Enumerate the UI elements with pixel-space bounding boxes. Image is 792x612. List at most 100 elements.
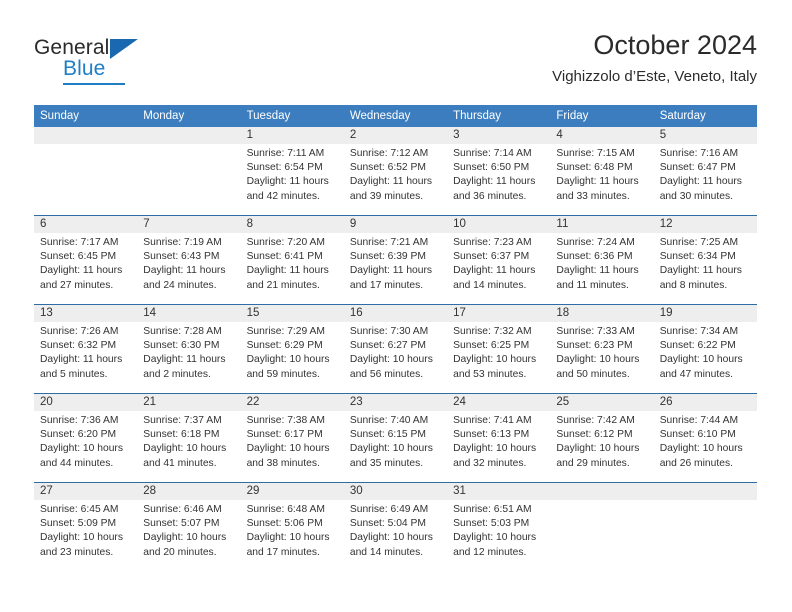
day-number: 31 bbox=[447, 483, 551, 500]
general-blue-logo: General Blue bbox=[34, 36, 214, 92]
weekday-header-tuesday: Tuesday bbox=[246, 110, 291, 122]
calendar-day-cell[interactable]: 26 Sunrise: 7:44 AM Sunset: 6:10 PM Dayligh… bbox=[653, 394, 757, 482]
sunset-time: Sunset: 5:06 PM bbox=[246, 518, 323, 530]
day-details: Sunrise: 7:30 AM Sunset: 6:27 PM Daylight:… bbox=[344, 322, 447, 382]
sunrise-time: Sunrise: 7:20 AM bbox=[246, 237, 325, 248]
day-number: 27 bbox=[34, 483, 138, 500]
day-details: Sunrise: 7:29 AM Sunset: 6:29 PM Daylight:… bbox=[241, 322, 344, 382]
calendar-day-cell-empty bbox=[137, 127, 241, 215]
calendar-day-cell[interactable]: 11 Sunrise: 7:24 AM Sunset: 6:36 PM Dayligh… bbox=[550, 216, 654, 304]
calendar-day-cell[interactable]: 22 Sunrise: 7:38 AM Sunset: 6:17 PM Dayligh… bbox=[240, 394, 344, 482]
calendar-day-cell-empty bbox=[550, 483, 654, 571]
day-number: 20 bbox=[34, 394, 138, 411]
daylight-duration-line1: Daylight: 11 hours bbox=[453, 265, 536, 277]
day-details: Sunrise: 7:36 AM Sunset: 6:20 PM Daylight:… bbox=[34, 411, 137, 471]
day-number: 4 bbox=[550, 127, 654, 144]
sunset-time: Sunset: 5:07 PM bbox=[143, 518, 220, 530]
calendar-week-row: 20 Sunrise: 7:36 AM Sunset: 6:20 PM Dayligh… bbox=[34, 393, 757, 482]
sunset-time: Sunset: 6:45 PM bbox=[40, 251, 117, 263]
sunset-time: Sunset: 6:20 PM bbox=[40, 429, 117, 441]
calendar-day-cell[interactable]: 12 Sunrise: 7:25 AM Sunset: 6:34 PM Dayligh… bbox=[653, 216, 757, 304]
daylight-duration-line1: Daylight: 11 hours bbox=[246, 265, 329, 277]
daylight-duration-line1: Daylight: 10 hours bbox=[246, 443, 330, 455]
calendar-day-cell[interactable]: 19 Sunrise: 7:34 AM Sunset: 6:22 PM Dayligh… bbox=[653, 305, 757, 393]
calendar-day-cell[interactable]: 15 Sunrise: 7:29 AM Sunset: 6:29 PM Dayligh… bbox=[240, 305, 344, 393]
sunset-time: Sunset: 6:37 PM bbox=[453, 251, 530, 263]
daylight-duration-line2: and 29 minutes. bbox=[556, 457, 630, 469]
calendar-day-cell[interactable]: 6 Sunrise: 7:17 AM Sunset: 6:45 PM Daylight… bbox=[34, 216, 138, 304]
calendar-page: General Blue October 2024 Vighizzolo d’E… bbox=[0, 0, 792, 612]
daylight-duration-line2: and 50 minutes. bbox=[556, 368, 630, 380]
logo-triangle-icon bbox=[110, 39, 138, 59]
day-number: 12 bbox=[653, 216, 757, 233]
day-number: 10 bbox=[447, 216, 551, 233]
calendar-day-cell[interactable]: 3 Sunrise: 7:14 AM Sunset: 6:50 PM Daylight… bbox=[447, 127, 551, 215]
day-number: 11 bbox=[550, 216, 654, 233]
calendar-day-cell[interactable]: 23 Sunrise: 7:40 AM Sunset: 6:15 PM Dayligh… bbox=[343, 394, 448, 482]
calendar-day-cell[interactable]: 2 Sunrise: 7:12 AM Sunset: 6:52 PM Daylight… bbox=[343, 127, 448, 215]
daylight-duration-line2: and 32 minutes. bbox=[453, 457, 527, 469]
day-details: Sunrise: 7:24 AM Sunset: 6:36 PM Daylight:… bbox=[550, 233, 653, 293]
calendar-day-cell[interactable]: 25 Sunrise: 7:42 AM Sunset: 6:12 PM Dayligh… bbox=[550, 394, 654, 482]
calendar-day-cell[interactable]: 5 Sunrise: 7:16 AM Sunset: 6:47 PM Daylight… bbox=[653, 127, 757, 215]
calendar-day-cell[interactable]: 9 Sunrise: 7:21 AM Sunset: 6:39 PM Daylight… bbox=[343, 216, 448, 304]
calendar-day-cell[interactable]: 18 Sunrise: 7:33 AM Sunset: 6:23 PM Dayligh… bbox=[550, 305, 654, 393]
day-number: 8 bbox=[240, 216, 344, 233]
sunrise-time: Sunrise: 7:25 AM bbox=[659, 237, 739, 248]
daylight-duration-line1: Daylight: 10 hours bbox=[143, 443, 227, 455]
sunset-time: Sunset: 6:23 PM bbox=[556, 340, 633, 352]
daylight-duration-line1: Daylight: 11 hours bbox=[556, 176, 639, 188]
calendar-day-cell[interactable]: 28 Sunrise: 6:46 AM Sunset: 5:07 PM Dayligh… bbox=[137, 483, 241, 571]
day-number: 13 bbox=[34, 305, 138, 322]
daylight-duration-line2: and 2 minutes. bbox=[143, 368, 211, 380]
calendar-day-cell[interactable]: 14 Sunrise: 7:28 AM Sunset: 6:30 PM Dayligh… bbox=[137, 305, 241, 393]
day-number: 23 bbox=[343, 394, 448, 411]
day-number: 1 bbox=[240, 127, 344, 144]
calendar-day-cell[interactable]: 13 Sunrise: 7:26 AM Sunset: 6:32 PM Dayligh… bbox=[34, 305, 138, 393]
day-details: Sunrise: 7:17 AM Sunset: 6:45 PM Daylight:… bbox=[34, 233, 137, 293]
sunrise-time: Sunrise: 6:51 AM bbox=[453, 504, 532, 515]
calendar-day-cell[interactable]: 1 Sunrise: 7:11 AM Sunset: 6:54 PM Daylight… bbox=[240, 127, 344, 215]
daylight-duration-line2: and 59 minutes. bbox=[246, 368, 320, 380]
day-number: 17 bbox=[447, 305, 551, 322]
day-number bbox=[550, 483, 654, 500]
calendar-weeks: 1 Sunrise: 7:11 AM Sunset: 6:54 PM Daylight… bbox=[34, 127, 757, 571]
sunrise-time: Sunrise: 7:30 AM bbox=[349, 326, 429, 337]
day-number: 5 bbox=[653, 127, 757, 144]
day-number: 16 bbox=[343, 305, 448, 322]
sunrise-time: Sunrise: 7:37 AM bbox=[143, 415, 222, 426]
calendar-day-cell[interactable]: 29 Sunrise: 6:48 AM Sunset: 5:06 PM Dayligh… bbox=[240, 483, 344, 571]
day-number: 14 bbox=[137, 305, 241, 322]
sunrise-time: Sunrise: 7:29 AM bbox=[246, 326, 325, 337]
calendar-day-cell[interactable]: 21 Sunrise: 7:37 AM Sunset: 6:18 PM Dayligh… bbox=[137, 394, 241, 482]
day-details: Sunrise: 7:37 AM Sunset: 6:18 PM Daylight:… bbox=[137, 411, 240, 471]
sunset-time: Sunset: 6:47 PM bbox=[659, 162, 736, 174]
sunrise-time: Sunrise: 7:15 AM bbox=[556, 148, 635, 159]
sunset-time: Sunset: 6:17 PM bbox=[246, 429, 323, 441]
sunset-time: Sunset: 6:54 PM bbox=[246, 162, 323, 174]
calendar-day-cell[interactable]: 30 Sunrise: 6:49 AM Sunset: 5:04 PM Dayligh… bbox=[343, 483, 448, 571]
day-number: 15 bbox=[240, 305, 344, 322]
calendar-day-cell[interactable]: 8 Sunrise: 7:20 AM Sunset: 6:41 PM Daylight… bbox=[240, 216, 344, 304]
calendar-day-cell[interactable]: 17 Sunrise: 7:32 AM Sunset: 6:25 PM Dayligh… bbox=[447, 305, 551, 393]
day-number: 7 bbox=[137, 216, 241, 233]
calendar-day-cell[interactable]: 16 Sunrise: 7:30 AM Sunset: 6:27 PM Dayligh… bbox=[343, 305, 448, 393]
day-number: 9 bbox=[343, 216, 448, 233]
calendar-day-cell[interactable]: 31 Sunrise: 6:51 AM Sunset: 5:03 PM Dayligh… bbox=[447, 483, 551, 571]
daylight-duration-line1: Daylight: 10 hours bbox=[659, 354, 743, 366]
calendar-day-cell[interactable]: 10 Sunrise: 7:23 AM Sunset: 6:37 PM Dayligh… bbox=[447, 216, 551, 304]
day-details: Sunrise: 7:12 AM Sunset: 6:52 PM Daylight:… bbox=[344, 144, 447, 204]
sunset-time: Sunset: 6:15 PM bbox=[349, 429, 426, 441]
calendar-day-cell[interactable]: 7 Sunrise: 7:19 AM Sunset: 6:43 PM Daylight… bbox=[137, 216, 241, 304]
calendar-day-cell[interactable]: 20 Sunrise: 7:36 AM Sunset: 6:20 PM Dayligh… bbox=[34, 394, 138, 482]
daylight-duration-line2: and 56 minutes. bbox=[349, 368, 424, 380]
sunset-time: Sunset: 6:32 PM bbox=[40, 340, 117, 352]
daylight-duration-line1: Daylight: 10 hours bbox=[40, 443, 123, 455]
calendar-week-row: 27 Sunrise: 6:45 AM Sunset: 5:09 PM Dayligh… bbox=[34, 482, 757, 571]
daylight-duration-line2: and 12 minutes. bbox=[453, 546, 527, 558]
sunset-time: Sunset: 6:22 PM bbox=[659, 340, 736, 352]
calendar-day-cell[interactable]: 4 Sunrise: 7:15 AM Sunset: 6:48 PM Daylight… bbox=[550, 127, 654, 215]
calendar-day-cell-empty bbox=[653, 483, 757, 571]
calendar-day-cell[interactable]: 24 Sunrise: 7:41 AM Sunset: 6:13 PM Dayligh… bbox=[447, 394, 551, 482]
calendar-day-cell[interactable]: 27 Sunrise: 6:45 AM Sunset: 5:09 PM Dayligh… bbox=[34, 483, 138, 571]
